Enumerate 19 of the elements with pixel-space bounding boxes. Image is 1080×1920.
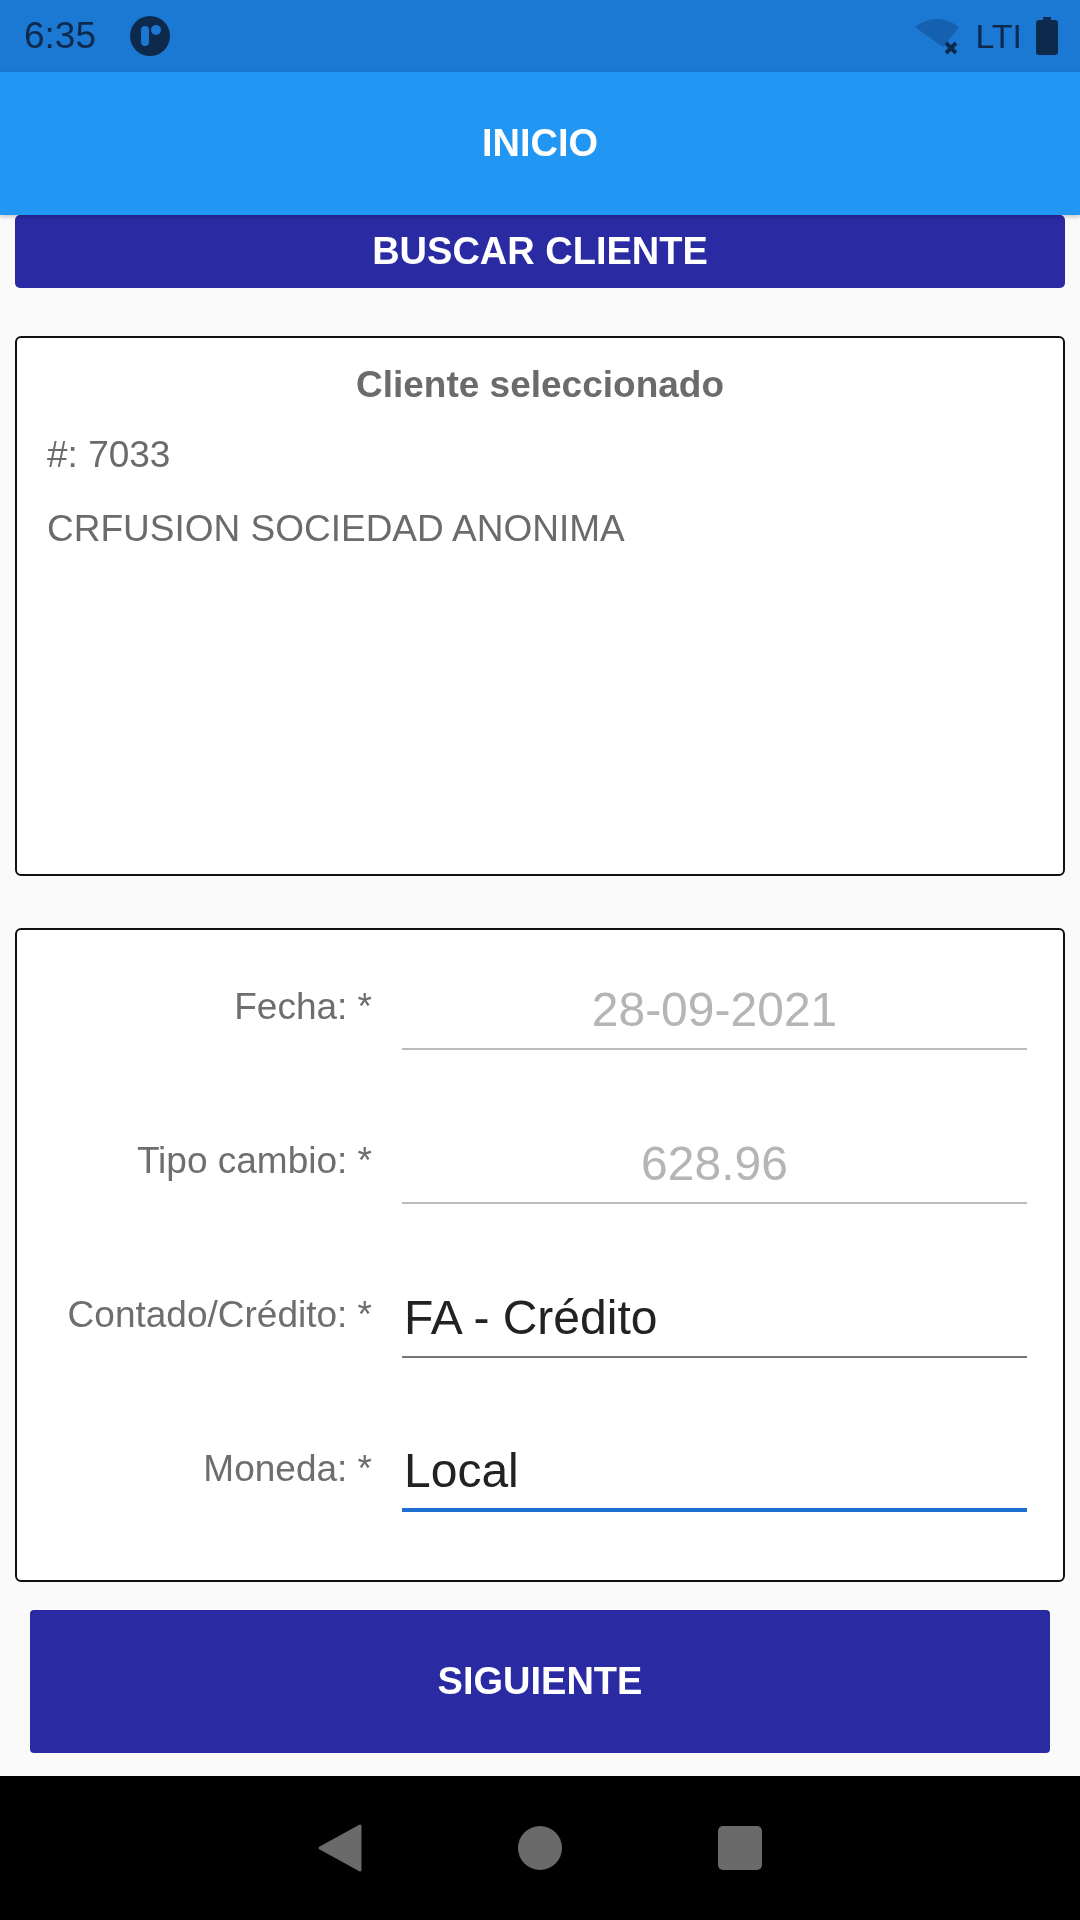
home-icon[interactable] (518, 1826, 562, 1870)
battery-icon (1036, 17, 1058, 55)
app-bar-title: INICIO (481, 122, 599, 165)
client-name: CRFUSION SOCIEDAD ANONIMA (47, 508, 626, 550)
card-title: Cliente seleccionado (354, 364, 726, 406)
wifi-off-icon (915, 17, 962, 55)
status-time: 6:35 (24, 15, 96, 57)
app-notification-icon (130, 16, 170, 56)
next-button[interactable]: SIGUIENTE (30, 1610, 1050, 1753)
network-type: LTI (975, 16, 1022, 56)
back-icon[interactable] (318, 1824, 362, 1872)
field-label: Moneda: * (202, 1448, 373, 1491)
field-label: Tipo cambio: * (135, 1140, 373, 1183)
input-field[interactable]: Local (402, 1432, 1027, 1512)
field-label: Contado/Crédito: * (66, 1294, 373, 1337)
input-field[interactable]: FA - Crédito (402, 1278, 1027, 1358)
field-label: Fecha: * (233, 986, 373, 1029)
search-client-button[interactable]: BUSCAR CLIENTE (15, 215, 1065, 288)
client-number: #: 7033 (47, 434, 172, 476)
